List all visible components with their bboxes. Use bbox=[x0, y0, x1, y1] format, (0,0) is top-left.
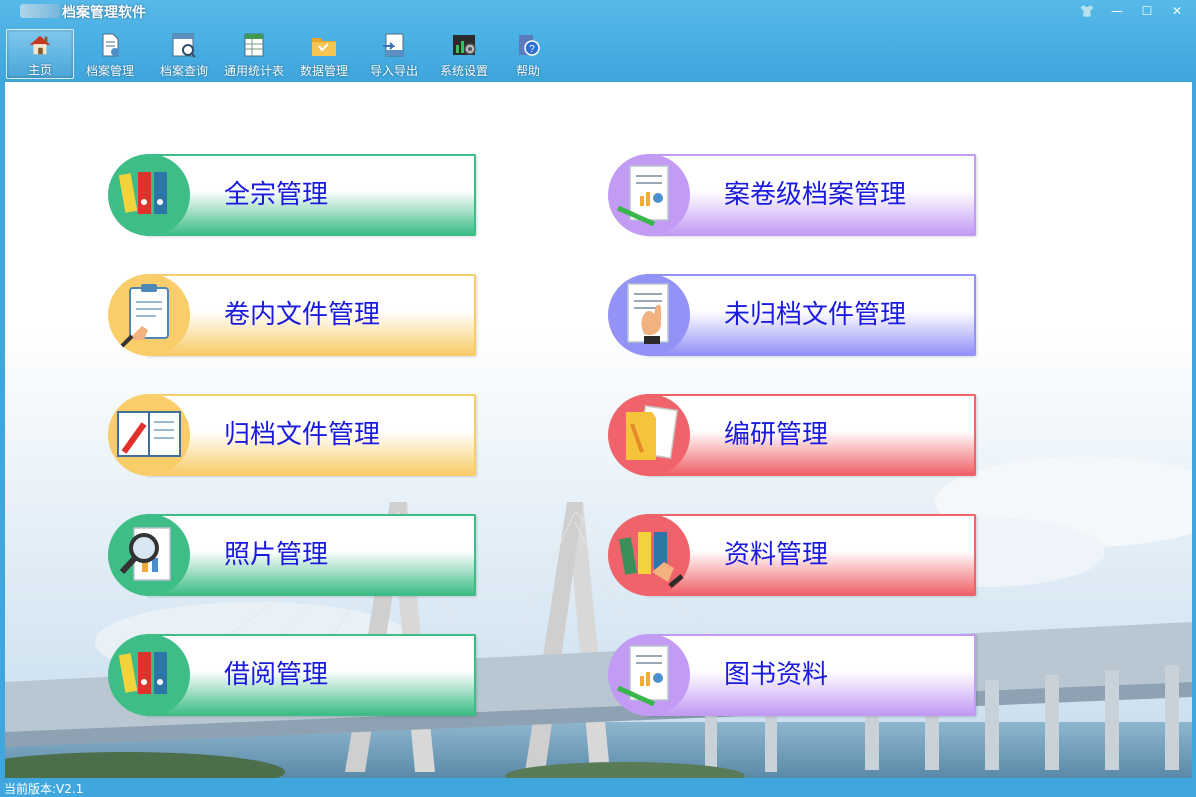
notebook-icon bbox=[117, 411, 181, 457]
toolbar-statistics[interactable]: 通用统计表 bbox=[220, 29, 288, 79]
tile-label: 归档文件管理 bbox=[224, 420, 381, 450]
tile-fonds-management[interactable]: 全宗管理 bbox=[108, 154, 476, 236]
tile-circle bbox=[108, 634, 190, 716]
main-content: 全宗管理 卷内文件管理 归档文件管理 照片管理 借阅管理 案卷级档案管理 未归档… bbox=[5, 82, 1192, 778]
search-document-icon bbox=[172, 33, 196, 58]
title-toolbar-area: 档案管理软件 👕 — ☐ ✕ 主页 档案管理 档案查询 通用统计表 数据管理 导… bbox=[0, 0, 1196, 82]
help-icon: ? bbox=[519, 35, 540, 56]
toolbar-import-export-label: 导入导出 bbox=[369, 64, 418, 78]
tile-circle bbox=[608, 514, 690, 596]
toolbar-help[interactable]: ? 帮助 bbox=[494, 29, 562, 79]
tile-photo-management[interactable]: 照片管理 bbox=[108, 514, 476, 596]
title-bar[interactable]: 档案管理软件 👕 — ☐ ✕ bbox=[0, 0, 1196, 24]
toolbar-archive-query[interactable]: 档案查询 bbox=[150, 29, 218, 79]
document-icon bbox=[102, 33, 119, 57]
tile-label: 照片管理 bbox=[224, 540, 329, 570]
toolbar-data-management-label: 数据管理 bbox=[299, 64, 348, 78]
toolbar-archive-query-label: 档案查询 bbox=[159, 64, 208, 78]
tile-label: 资料管理 bbox=[724, 540, 829, 570]
report-icon bbox=[616, 165, 669, 227]
tile-archived-file-management[interactable]: 归档文件管理 bbox=[108, 394, 476, 476]
tile-label: 全宗管理 bbox=[224, 180, 329, 210]
binders-hand-icon bbox=[618, 532, 684, 588]
folder-pencil-icon bbox=[626, 405, 679, 460]
version-label: 当前版本:V2.1 bbox=[4, 782, 84, 796]
home-icon bbox=[29, 35, 51, 55]
tile-unarchived-file-management[interactable]: 未归档文件管理 bbox=[608, 274, 976, 356]
report-icon bbox=[616, 645, 669, 707]
tile-volume-file-management[interactable]: 卷内文件管理 bbox=[108, 274, 476, 356]
tile-circle bbox=[608, 154, 690, 236]
window-controls: 👕 — ☐ ✕ bbox=[1074, 2, 1190, 20]
minimize-button[interactable]: — bbox=[1104, 2, 1130, 20]
toolbar-data-management[interactable]: 数据管理 bbox=[290, 29, 358, 79]
toolbar-statistics-label: 通用统计表 bbox=[223, 64, 284, 78]
hand-document-icon bbox=[627, 283, 669, 344]
folder-icon bbox=[312, 38, 336, 56]
import-export-icon bbox=[383, 33, 404, 57]
toolbar-home[interactable]: 主页 bbox=[6, 29, 74, 79]
toolbar-archive-management[interactable]: 档案管理 bbox=[76, 29, 144, 79]
tile-label: 未归档文件管理 bbox=[724, 300, 907, 330]
status-bar: 当前版本:V2.1 bbox=[0, 779, 1196, 797]
app-logo bbox=[20, 4, 60, 18]
svg-text:?: ? bbox=[529, 44, 535, 55]
tile-circle bbox=[608, 274, 690, 356]
tile-case-level-archive-management[interactable]: 案卷级档案管理 bbox=[608, 154, 976, 236]
tile-materials-management[interactable]: 资料管理 bbox=[608, 514, 976, 596]
binders-icon bbox=[118, 172, 167, 214]
toolbar-help-label: 帮助 bbox=[515, 64, 540, 78]
spreadsheet-icon bbox=[244, 33, 264, 57]
close-button[interactable]: ✕ bbox=[1164, 2, 1190, 20]
toolbar-system-settings[interactable]: 系统设置 bbox=[430, 29, 498, 79]
tile-circle bbox=[108, 514, 190, 596]
tile-compilation-research-management[interactable]: 编研管理 bbox=[608, 394, 976, 476]
toolbar-home-label: 主页 bbox=[27, 63, 52, 77]
window-title: 档案管理软件 bbox=[62, 5, 146, 21]
tile-circle bbox=[608, 394, 690, 476]
clipboard-icon bbox=[120, 284, 169, 348]
toolbar-archive-management-label: 档案管理 bbox=[85, 64, 134, 78]
tile-label: 图书资料 bbox=[724, 660, 829, 690]
tile-circle bbox=[608, 634, 690, 716]
tile-circle bbox=[108, 154, 190, 236]
tile-label: 卷内文件管理 bbox=[224, 300, 381, 330]
tile-label: 编研管理 bbox=[724, 420, 829, 450]
toolbar-system-settings-label: 系统设置 bbox=[439, 64, 488, 78]
toolbar-import-export[interactable]: 导入导出 bbox=[360, 29, 428, 79]
tile-borrow-management[interactable]: 借阅管理 bbox=[108, 634, 476, 716]
tile-label: 借阅管理 bbox=[224, 660, 329, 690]
tile-library-materials[interactable]: 图书资料 bbox=[608, 634, 976, 716]
tile-label: 案卷级档案管理 bbox=[724, 180, 907, 210]
settings-icon bbox=[453, 35, 476, 55]
tile-circle bbox=[108, 274, 190, 356]
maximize-button[interactable]: ☐ bbox=[1134, 2, 1160, 20]
magnifier-icon bbox=[119, 527, 171, 581]
tile-circle bbox=[108, 394, 190, 476]
binders-icon bbox=[118, 652, 167, 694]
skin-button[interactable]: 👕 bbox=[1074, 2, 1100, 20]
